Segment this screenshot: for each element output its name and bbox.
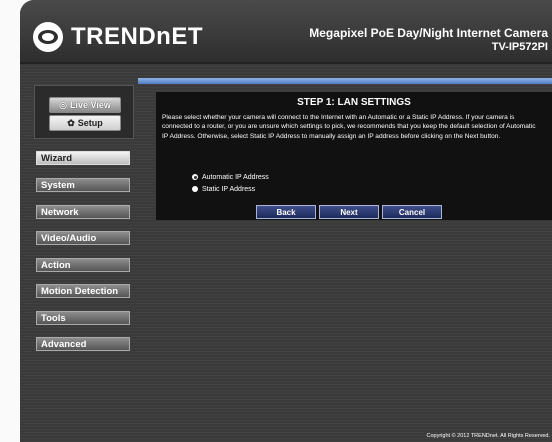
sidebar-item-label: Advanced xyxy=(41,339,87,350)
header: TRENDnET Megapixel PoE Day/Night Interne… xyxy=(20,0,552,62)
product-title: Megapixel PoE Day/Night Internet Camera xyxy=(309,26,548,40)
automatic-ip-radio[interactable] xyxy=(192,174,198,180)
static-ip-radio[interactable] xyxy=(192,186,198,192)
copyright-footer: Copyright © 2012 TRENDnet. All Rights Re… xyxy=(426,433,550,439)
cancel-button[interactable]: Cancel xyxy=(382,205,442,219)
camera-icon: ◎ xyxy=(59,100,67,110)
logo-icon xyxy=(33,22,63,52)
lan-settings-panel: STEP 1: LAN SETTINGS Please select wheth… xyxy=(156,92,552,220)
setup-button[interactable]: ✿ Setup xyxy=(49,115,121,131)
header-divider xyxy=(20,62,552,64)
sidebar-item-system[interactable]: System xyxy=(36,178,130,192)
sidebar-item-network[interactable]: Network xyxy=(36,205,130,219)
gear-icon: ✿ xyxy=(67,118,75,128)
back-button[interactable]: Back xyxy=(256,205,316,219)
sidebar-item-label: Action xyxy=(41,260,71,271)
sidebar-item-label: Video/Audio xyxy=(41,233,97,244)
view-panel: ◎ Live View ✿ Setup xyxy=(34,85,134,139)
automatic-ip-label: Automatic IP Address xyxy=(202,173,269,181)
sidebar-item-label: Wizard xyxy=(41,153,73,164)
live-view-button[interactable]: ◎ Live View xyxy=(49,97,121,113)
sidebar-item-action[interactable]: Action xyxy=(36,258,130,272)
sidebar-item-tools[interactable]: Tools xyxy=(36,311,130,325)
automatic-ip-option[interactable]: Automatic IP Address xyxy=(192,172,269,182)
sidebar-item-wizard[interactable]: Wizard xyxy=(36,151,130,165)
static-ip-label: Static IP Address xyxy=(202,185,256,193)
lan-settings-description: Please select whether your camera will c… xyxy=(162,114,536,140)
setup-label: Setup xyxy=(77,118,103,128)
sidebar-item-label: Network xyxy=(41,207,79,218)
sidebar-item-advanced[interactable]: Advanced xyxy=(36,337,130,351)
page-frame: TRENDnET Megapixel PoE Day/Night Interne… xyxy=(20,0,552,442)
trendnet-logo: TRENDnET xyxy=(33,22,203,52)
page-title: STEP 1: LAN SETTINGS xyxy=(297,97,411,108)
next-button[interactable]: Next xyxy=(319,205,379,219)
sidebar-item-motion-detection[interactable]: Motion Detection xyxy=(36,284,130,298)
sidebar-item-label: System xyxy=(41,180,75,191)
live-view-label: Live View xyxy=(70,100,111,110)
product-model: TV-IP572PI xyxy=(491,41,548,53)
sidebar-item-label: Motion Detection xyxy=(41,286,119,297)
sidebar-item-label: Tools xyxy=(41,313,66,324)
content-accent-bar xyxy=(138,78,552,84)
logo-text: TRENDnET xyxy=(71,23,203,50)
sidebar-item-video-audio[interactable]: Video/Audio xyxy=(36,231,130,245)
static-ip-option[interactable]: Static IP Address xyxy=(192,184,255,194)
